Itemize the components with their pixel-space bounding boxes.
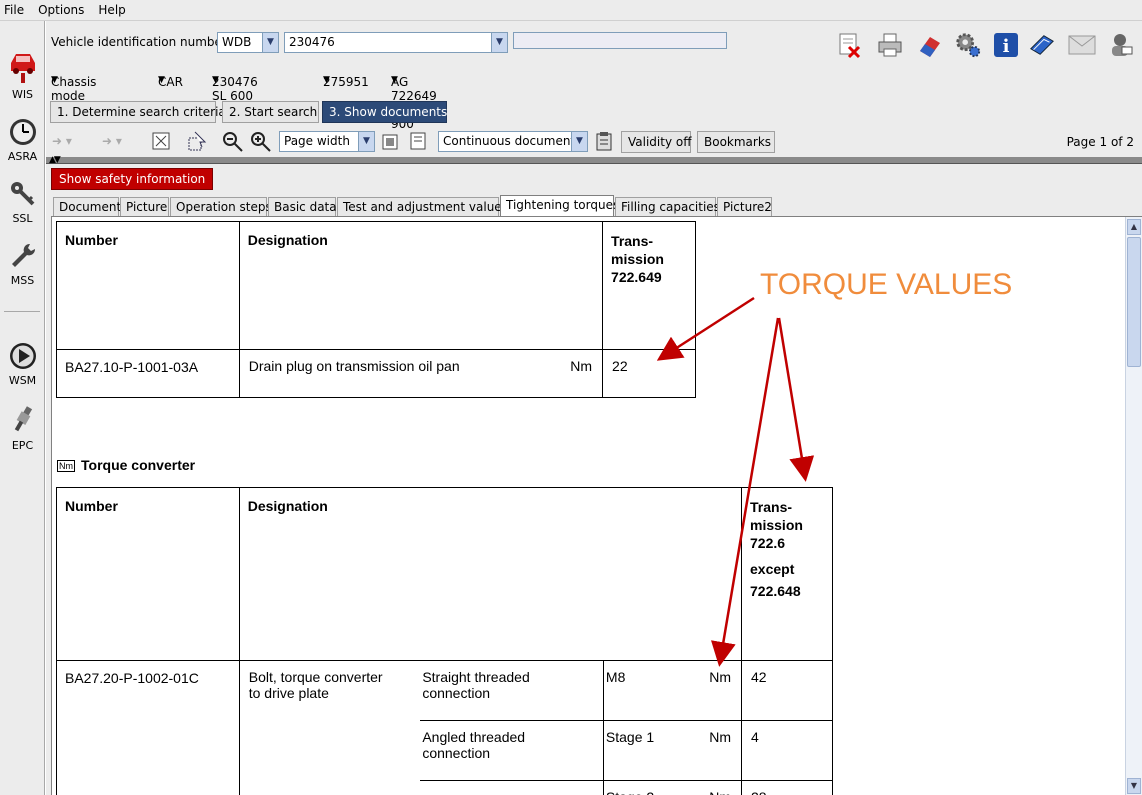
arrow-to-bolt-value [710, 317, 780, 667]
eraser-icon[interactable] [916, 31, 944, 59]
tab-test-adjustment-values[interactable]: Test and adjustment values [337, 197, 508, 216]
zoom-select[interactable]: Page width ▼ [279, 131, 375, 152]
collapse-arrows-icon[interactable]: ▲▼ [49, 155, 61, 165]
zoom-in-icon[interactable] [250, 131, 272, 156]
back-arrow-icon[interactable]: ➜ ▾ [52, 134, 72, 148]
vin-prefix-value: WDB [222, 35, 252, 49]
rail-label: SSL [12, 212, 33, 225]
step-determine-search-criteria[interactable]: 1. Determine search criteria [50, 101, 226, 123]
vin-prefix-select[interactable]: WDB ▼ [217, 32, 279, 53]
mail-icon[interactable] [1068, 31, 1096, 59]
scroll-thumb[interactable] [1127, 237, 1141, 367]
page-view-icon[interactable] [409, 131, 427, 154]
page-of-label: of [1110, 135, 1123, 149]
vin-label: Vehicle identification number [51, 35, 227, 49]
info-icon[interactable]: i [992, 31, 1020, 59]
tab-document[interactable]: Document [53, 197, 121, 216]
zoom-value: Page width [284, 134, 350, 148]
total-pages: 2 [1126, 135, 1134, 149]
current-page: 1 [1099, 135, 1108, 149]
vertical-scrollbar[interactable]: ▲ ▼ [1125, 217, 1142, 795]
progress-field [513, 32, 727, 49]
chevron-down-icon: ▼ [51, 75, 58, 85]
select-area-icon[interactable] [187, 130, 209, 155]
clipboard-icon[interactable] [593, 130, 615, 155]
chevron-down-icon[interactable]: ▼ [491, 33, 507, 52]
network-user-icon[interactable] [1106, 31, 1134, 59]
validity-button[interactable]: Validity off [621, 131, 691, 153]
document-view: Number Designation Trans- mission 722.64… [51, 216, 1142, 795]
svg-text:i: i [1003, 36, 1010, 57]
settings-gear-icon[interactable] [954, 31, 982, 59]
rail-item-mss[interactable]: MSS [0, 241, 45, 287]
chevron-down-icon[interactable]: ▼ [571, 132, 587, 151]
clock-icon [8, 119, 38, 150]
tool-rail: WIS ASRA SSL MSS WSM EPC [0, 21, 45, 795]
rail-label: MSS [10, 274, 35, 287]
single-page-icon[interactable] [381, 133, 399, 154]
menu-options[interactable]: Options [38, 3, 84, 17]
play-icon [8, 343, 38, 374]
view-mode-select[interactable]: Continuous document ▼ [438, 131, 588, 152]
chevron-down-icon: ▼ [323, 75, 330, 85]
scroll-up-icon[interactable]: ▲ [1127, 219, 1141, 235]
vehicle-row: Chassis mode ▼ CAR ▼ 230476 SL 600 ▼ 275… [46, 69, 1142, 131]
document-toolbar: ➜ ▾ ➜ ▾ Page width ▼ Continuous document… [46, 129, 1142, 155]
tab-operation-steps[interactable]: Operation steps [170, 197, 272, 216]
tab-filling-capacities[interactable]: Filling capacities [615, 197, 720, 216]
rail-item-epc[interactable]: EPC [0, 404, 45, 452]
rail-item-wis[interactable]: WIS [0, 49, 45, 101]
print-icon[interactable] [876, 31, 904, 59]
page-label: Page [1066, 135, 1096, 149]
forward-arrow-icon[interactable]: ➜ ▾ [102, 134, 122, 148]
bookmarks-button[interactable]: Bookmarks [697, 131, 775, 153]
key-icon [8, 182, 38, 212]
chevron-down-icon: ▼ [158, 75, 165, 85]
rail-item-wsm[interactable]: WSM [0, 341, 45, 387]
vin-row: Vehicle identification number WDB ▼ 2304… [46, 27, 1142, 59]
menu-file[interactable]: File [4, 3, 24, 17]
spark-plug-icon [8, 406, 38, 439]
safety-info-button[interactable]: Show safety information [51, 168, 214, 190]
wrench-icon [8, 243, 38, 274]
page-indicator: Page 1 of 2 [1067, 135, 1134, 149]
rail-label: WIS [11, 88, 34, 101]
rail-item-ssl[interactable]: SSL [0, 179, 45, 225]
annotation-arrows [656, 296, 815, 667]
car-icon [7, 54, 39, 88]
menu-help[interactable]: Help [98, 3, 125, 17]
menu-bar: File Options Help [0, 0, 1142, 21]
scroll-down-icon[interactable]: ▼ [1127, 778, 1141, 794]
zoom-out-icon[interactable] [222, 131, 244, 156]
rail-label: ASRA [7, 150, 38, 163]
delete-document-icon[interactable] [834, 31, 862, 59]
rail-item-asra[interactable]: ASRA [0, 117, 45, 163]
rail-separator [4, 311, 40, 312]
splitter-line [46, 163, 1142, 164]
arrow-to-drain-plug-value [656, 296, 755, 361]
arrow-to-converter-header [777, 317, 815, 482]
chevron-down-icon: ▼ [212, 75, 219, 85]
tab-tightening-torques[interactable]: Tightening torques [500, 195, 619, 217]
tab-picture2[interactable]: Picture2 [717, 197, 772, 216]
rail-label: WSM [8, 374, 37, 387]
step-start-search[interactable]: 2. Start search [222, 101, 319, 123]
chevron-down-icon: ▼ [391, 75, 398, 85]
tab-picture[interactable]: Picture [120, 197, 169, 216]
chevron-down-icon[interactable]: ▼ [262, 33, 278, 52]
view-mode-value: Continuous document [443, 134, 576, 148]
chevron-down-icon[interactable]: ▼ [358, 132, 374, 151]
fit-page-icon[interactable] [152, 132, 170, 153]
help-book-icon[interactable] [1028, 31, 1056, 59]
rail-label: EPC [11, 439, 34, 452]
vin-number-select[interactable]: 230476 ▼ [284, 32, 508, 53]
vin-number-value: 230476 [289, 35, 335, 49]
tab-basic-data[interactable]: Basic data [268, 197, 337, 216]
step-show-documents[interactable]: 3. Show documents [322, 101, 447, 123]
